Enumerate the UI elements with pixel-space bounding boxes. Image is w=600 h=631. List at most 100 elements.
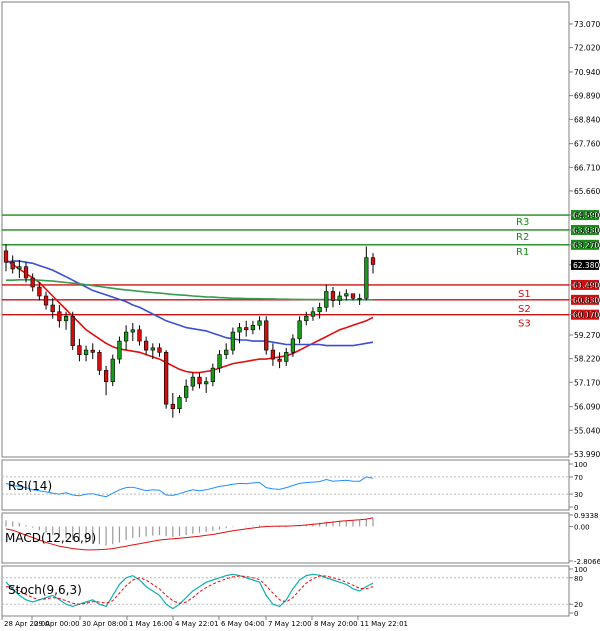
candle-body (63, 315, 69, 322)
last-price-label: 62.380 (573, 261, 599, 270)
price-tick-label: 59.270 (574, 331, 600, 340)
candle-body (184, 385, 189, 398)
price-tick-label: 65.660 (574, 187, 600, 196)
price-tick-label: 57.170 (574, 378, 600, 387)
candle-body (23, 266, 29, 279)
candle-body (3, 250, 9, 263)
candle-body (237, 327, 242, 333)
price-tick-label: 64.590 (574, 211, 600, 220)
candle-body (304, 315, 309, 322)
candle-body (90, 349, 95, 353)
candle-body (357, 297, 362, 300)
candle-body (37, 286, 42, 297)
candle-body (170, 403, 175, 409)
candle-body (350, 293, 356, 299)
candle-body (250, 324, 256, 331)
price-tick-label: 60.170 (574, 311, 600, 320)
price-tick-label: 60.830 (574, 296, 600, 305)
price-tick-label: 56.090 (574, 403, 600, 412)
price-tick-label: 69.890 (574, 92, 600, 101)
candle-body (324, 291, 329, 308)
level-name-r1: R1 (516, 247, 529, 258)
time-tick-label: 8 May 20:00 (314, 620, 358, 628)
level-name-r3: R3 (516, 217, 529, 228)
level-name-r2: R2 (516, 232, 529, 243)
time-tick-label: 1 May 16:00 (129, 620, 173, 628)
time-tick-label: 7 May 12:00 (268, 620, 312, 628)
stoch-tick-label: 100 (574, 566, 587, 574)
rsi-tick-label: 100 (574, 461, 587, 469)
time-tick-label: 30 Apr 08:00 (82, 620, 128, 628)
price-tick-label: 70.940 (574, 68, 600, 77)
candle-body (277, 358, 282, 362)
candle-body (210, 367, 215, 382)
rsi-tick-label: 0 (574, 504, 578, 512)
candle-body (43, 295, 49, 306)
candle-body (337, 295, 342, 301)
rsi-tick-label: 70 (574, 474, 583, 482)
candle-body (117, 340, 122, 360)
price-tick-label: 72.020 (574, 44, 600, 53)
candle-body (310, 311, 316, 317)
macd-tick-label: 0.9338 (574, 512, 599, 520)
price-tick-label: 73.070 (574, 20, 600, 29)
candle-body (17, 266, 22, 270)
candle-body (370, 257, 376, 265)
price-tick-label: 63.270 (574, 241, 600, 250)
candle-body (130, 329, 135, 333)
level-name-s1: S1 (518, 289, 531, 300)
price-tick-label: 58.220 (574, 355, 600, 364)
candle-body (143, 340, 149, 351)
stoch-tick-label: 0 (574, 610, 578, 618)
trading-chart: R3 64.590 R2 63.930 R1 63.270 S1 61.490 S2 60.830… (0, 0, 600, 631)
candle-body (177, 397, 182, 409)
candle-body (290, 338, 296, 353)
candle-body (30, 277, 35, 288)
candle-body (330, 291, 336, 301)
rsi-label: RSI(14) (8, 479, 52, 493)
price-tick-label: 68.840 (574, 115, 600, 124)
candle-body (230, 331, 236, 351)
candle-body (264, 320, 269, 351)
time-tick-label: 11 May 22:01 (360, 620, 408, 628)
level-name-s3: S3 (518, 319, 531, 330)
candle-body (110, 358, 115, 382)
time-tick-label: 4 May 22:01 (175, 620, 219, 628)
candle-body (224, 349, 229, 355)
candle-body (157, 347, 162, 353)
candle-body (244, 327, 249, 331)
candle-body (217, 354, 222, 369)
candle-body (103, 370, 109, 382)
candle-body (204, 381, 209, 385)
candle-body (364, 257, 369, 299)
rsi-tick-label: 30 (574, 491, 583, 499)
candle-body (190, 376, 195, 387)
stoch-tick-label: 80 (574, 575, 583, 583)
candle-body (150, 347, 155, 351)
macd-tick-label: -2.8066 (574, 558, 600, 566)
level-name-s2: S2 (518, 304, 531, 315)
time-tick-label: 29 Apr 00:00 (34, 620, 80, 628)
price-tick-label: 63.930 (574, 226, 600, 235)
candle-body (137, 329, 142, 342)
candle-body (164, 352, 169, 405)
stoch-label: Stoch(9,6,3) (8, 583, 82, 597)
stoch-tick-label: 20 (574, 601, 583, 609)
candle-body (57, 311, 62, 322)
candle-body (83, 349, 89, 355)
price-tick-label: 61.490 (574, 281, 600, 290)
price-tick-label: 55.040 (574, 426, 600, 435)
candle-body (70, 315, 75, 346)
candle-body (123, 331, 129, 342)
candle-body (197, 376, 202, 385)
macd-tick-label: 0.00 (574, 523, 590, 531)
candle-body (297, 320, 302, 340)
candle-body (97, 352, 102, 371)
candle-body (317, 306, 322, 313)
candle-body (10, 261, 15, 270)
price-tick-label: 66.710 (574, 163, 600, 172)
price-tick-label: 67.760 (574, 140, 600, 149)
time-tick-label: 6 May 04:00 (221, 620, 265, 628)
candle-body (270, 349, 276, 360)
candle-body (50, 304, 55, 313)
